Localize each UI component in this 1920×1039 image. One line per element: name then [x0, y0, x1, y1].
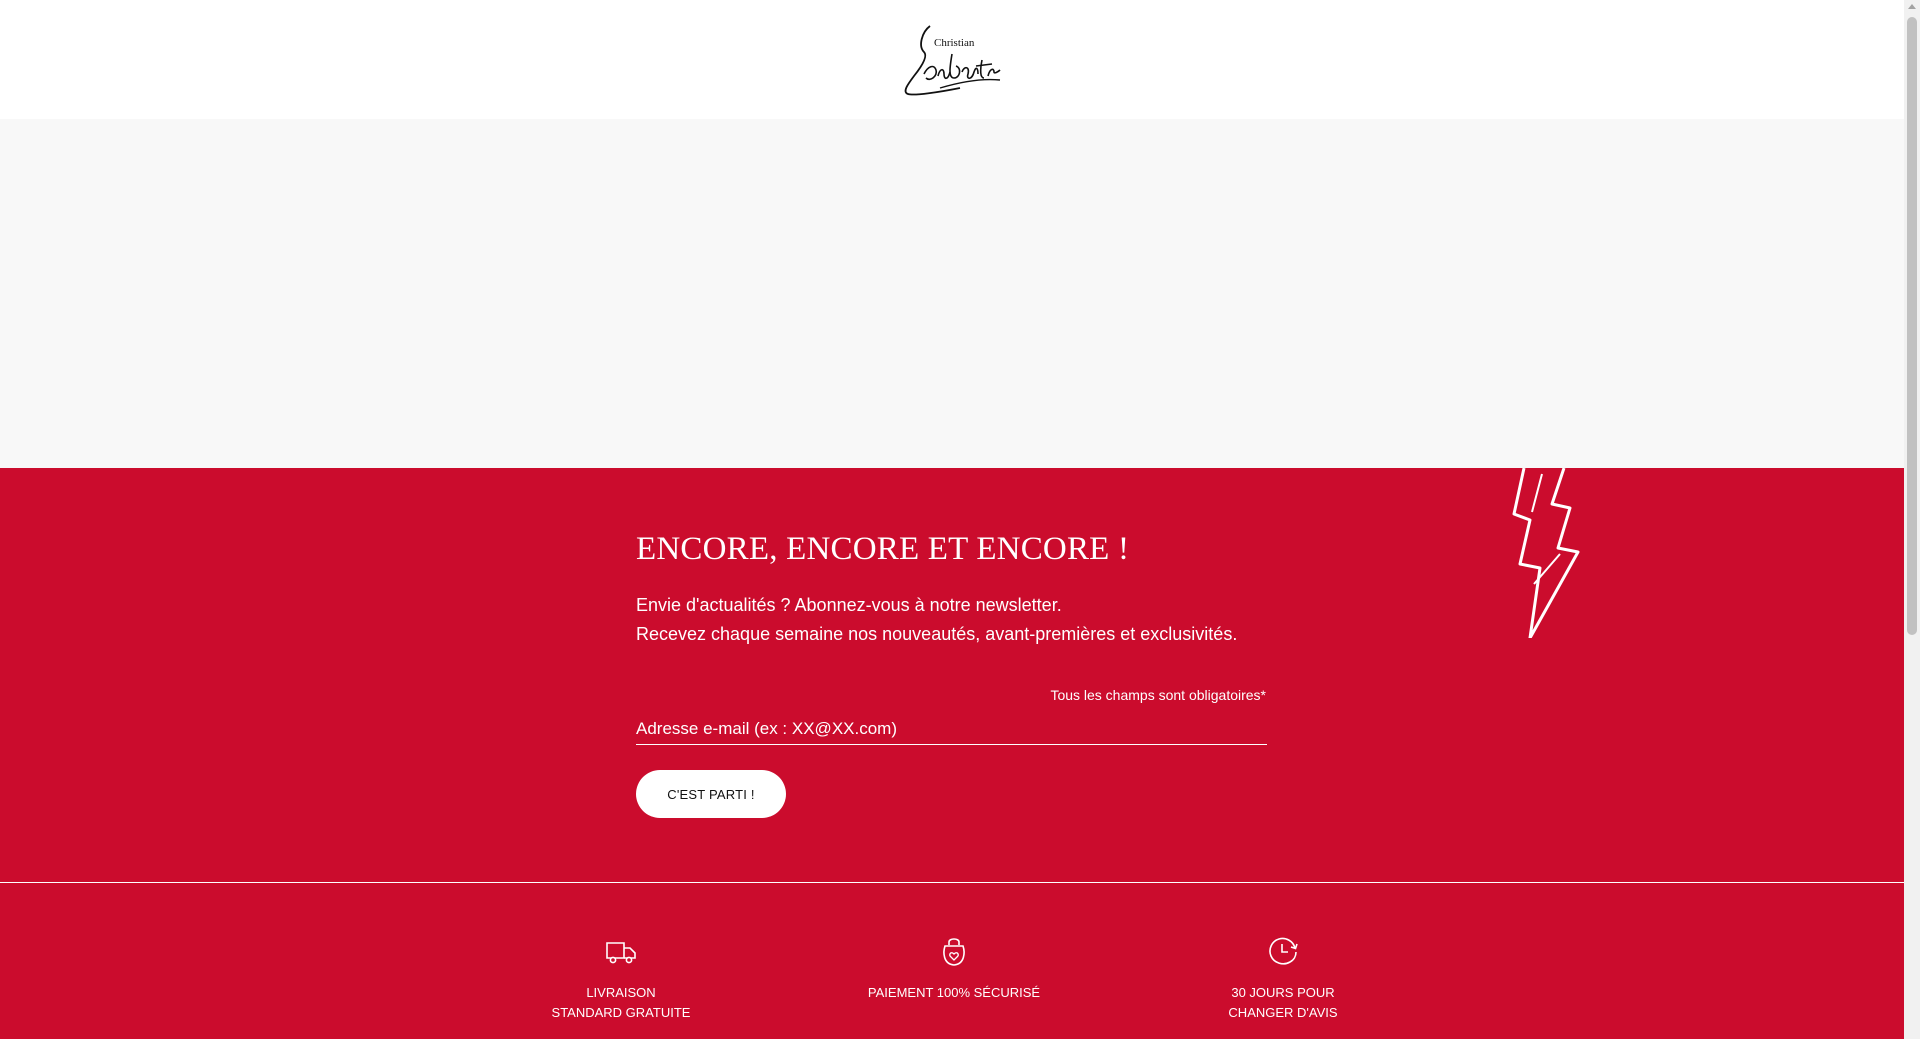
- site-header: Christian: [0, 0, 1904, 119]
- reassurance-band: LIVRAISON STANDARD GRATUITE PAIEMENT 100…: [0, 883, 1904, 1039]
- louboutin-signature-logo: [904, 25, 1001, 96]
- newsletter-description-line-1: Envie d'actualités ? Abonnez-vous à notr…: [636, 595, 1062, 615]
- logo-text-christian: Christian: [934, 37, 975, 49]
- lightning-bolt-icon: [1512, 468, 1580, 638]
- newsletter-description-line-2: Recevez chaque semaine nos nouveautés, a…: [636, 624, 1238, 644]
- reassurance-item-delivery: LIVRAISON STANDARD GRATUITE: [511, 934, 731, 1023]
- reassurance-label-delivery-line-1: LIVRAISON: [586, 985, 656, 1000]
- secure-bag-icon: [943, 938, 965, 966]
- reassurance-label-delivery-line-2: STANDARD GRATUITE: [551, 1005, 691, 1020]
- page: Christian ENCORE, ENCORE ET ENCORE ! Env…: [0, 0, 1920, 1039]
- newsletter-submit-button[interactable]: C'EST PARTI !: [636, 770, 786, 818]
- scrollbar-thumb[interactable]: [1907, 17, 1917, 635]
- reassurance-label-returns-line-1: 30 JOURS POUR: [1231, 985, 1335, 1000]
- newsletter-title: ENCORE, ENCORE ET ENCORE !: [636, 531, 1130, 567]
- brand-logo-link[interactable]: Christian: [900, 22, 1004, 98]
- delivery-truck-icon: [606, 942, 636, 964]
- reassurance-item-payment: PAIEMENT 100% SÉCURISÉ: [844, 934, 1064, 1003]
- reassurance-label-returns-line-2: CHANGER D'AVIS: [1228, 1005, 1338, 1020]
- clock-return-icon: [1269, 937, 1298, 965]
- scroll-up-arrow-icon[interactable]: [1908, 4, 1916, 9]
- required-fields-note: Tous les champs sont obligatoires*: [1050, 687, 1266, 703]
- newsletter-email-input[interactable]: [636, 713, 1267, 745]
- hero-banner-placeholder: [0, 119, 1904, 468]
- reassurance-label-payment: PAIEMENT 100% SÉCURISÉ: [844, 983, 1064, 1003]
- page-content: Christian ENCORE, ENCORE ET ENCORE ! Env…: [0, 0, 1904, 1039]
- newsletter-section: ENCORE, ENCORE ET ENCORE ! Envie d'actua…: [0, 468, 1904, 882]
- vertical-scrollbar[interactable]: [1904, 0, 1920, 1039]
- reassurance-label-returns: 30 JOURS POUR CHANGER D'AVIS: [1173, 983, 1393, 1023]
- reassurance-label-delivery: LIVRAISON STANDARD GRATUITE: [511, 983, 731, 1023]
- reassurance-item-returns: 30 JOURS POUR CHANGER D'AVIS: [1173, 934, 1393, 1023]
- reassurance-label-payment-line-1: PAIEMENT 100% SÉCURISÉ: [867, 985, 1041, 1000]
- newsletter-description: Envie d'actualités ? Abonnez-vous à notr…: [636, 591, 1237, 649]
